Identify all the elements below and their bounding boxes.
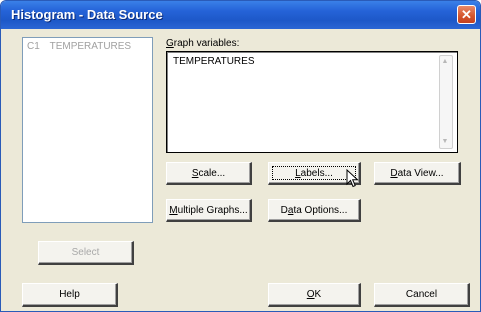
scale-label-mnemonic: S [191, 167, 199, 179]
data-options-button[interactable]: Da ta Options... [268, 199, 361, 222]
graph-variables-label-rest: raph variables: [173, 38, 240, 49]
scale-button[interactable]: Scale... [166, 162, 252, 185]
arrow-cursor-icon [346, 168, 360, 192]
variable-name: TEMPERATURES [49, 41, 132, 52]
cancel-label: Cancel [405, 289, 438, 300]
multiple-graphs-button[interactable]: Multiple Graphs... [166, 199, 252, 222]
variable-column-id: C1 [27, 41, 40, 52]
dialog-window: Histogram - Data Source ✕ C1 TEMPERATURE… [0, 0, 481, 312]
title-bar[interactable]: Histogram - Data Source ✕ [1, 1, 480, 29]
ok-button[interactable]: OK [268, 283, 361, 307]
scale-label-rest: cale... [198, 167, 226, 179]
ok-label-mnemonic: O [306, 289, 315, 300]
close-button[interactable]: ✕ [457, 5, 476, 24]
variable-list-item[interactable]: C1 TEMPERATURES [27, 41, 131, 52]
variables-list[interactable]: C1 TEMPERATURES [22, 37, 153, 223]
data-options-label-rest: ta Options... [293, 204, 348, 216]
cancel-button[interactable]: Cancel [374, 283, 470, 307]
select-button[interactable]: Select [38, 241, 134, 265]
data-view-label-rest: ata View... [397, 167, 444, 179]
graph-variables-label-mnemonic: G [166, 38, 174, 49]
graph-variables-label: Graph variables: [166, 38, 239, 49]
help-label: Help [59, 289, 80, 300]
scroll-down-icon[interactable]: ▼ [440, 137, 450, 147]
data-options-label-pre: D [280, 204, 288, 216]
help-button[interactable]: Help [22, 283, 118, 307]
labels-label-rest: abels... [300, 167, 333, 179]
graph-variables-field[interactable]: TEMPERATURES ▲ ▼ [166, 51, 458, 153]
ok-label-rest: K [314, 289, 322, 300]
multiple-graphs-label-mnemonic: M [169, 204, 178, 216]
close-icon: ✕ [461, 7, 472, 22]
scroll-up-icon[interactable]: ▲ [440, 57, 450, 67]
data-view-button[interactable]: Data View... [374, 162, 461, 185]
graph-variables-scrollbar[interactable]: ▲ ▼ [439, 55, 453, 149]
graph-variables-value: TEMPERATURES [173, 56, 255, 67]
dialog-client-area: C1 TEMPERATURES Graph variables: TEMPERA… [4, 29, 477, 308]
window-title: Histogram - Data Source [11, 7, 163, 22]
data-view-label-mnemonic: D [390, 167, 398, 179]
select-label: Select [71, 247, 100, 258]
labels-label-mnemonic: L [295, 167, 301, 179]
multiple-graphs-label-rest: ultiple Graphs... [177, 204, 248, 216]
